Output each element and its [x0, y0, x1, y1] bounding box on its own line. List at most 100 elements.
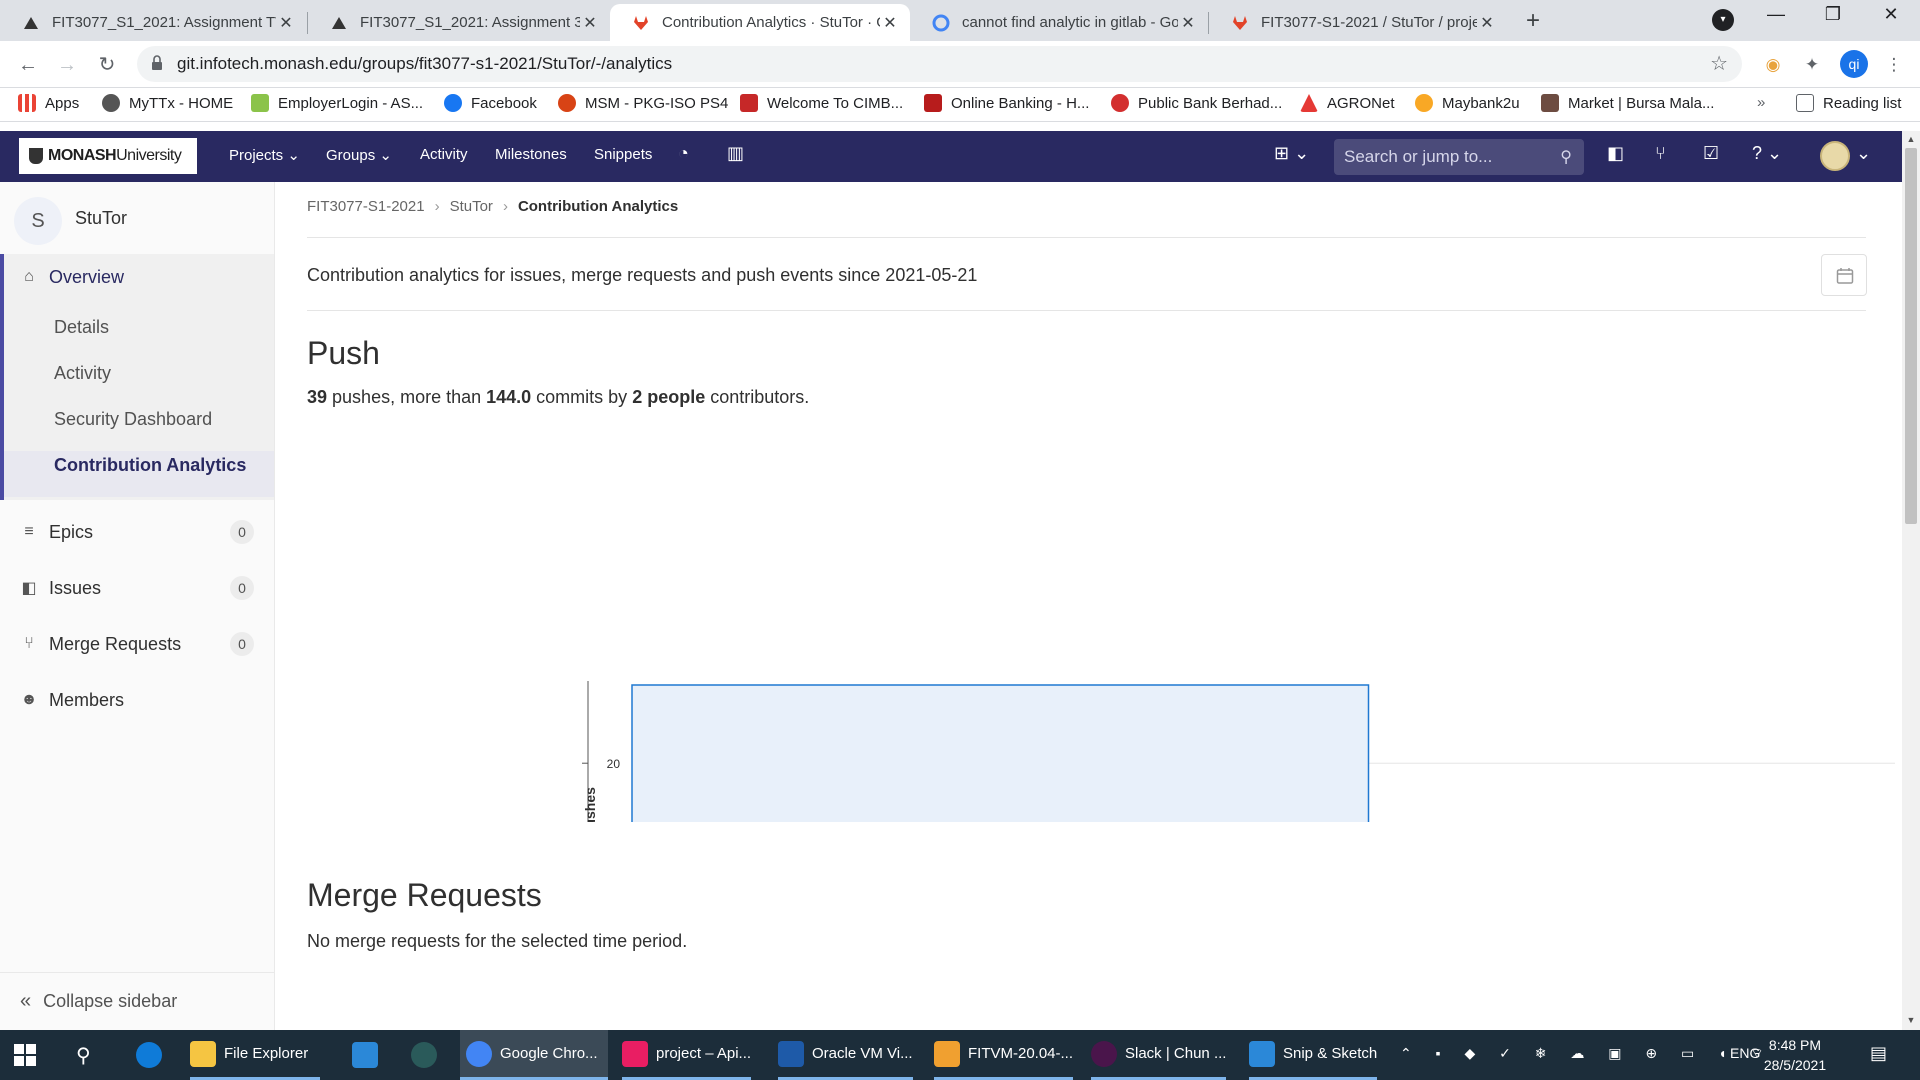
menu-dots-icon[interactable]: ⋮ [1881, 52, 1907, 78]
bookmark-item[interactable]: Public Bank Berhad... [1111, 94, 1282, 112]
monash-logo[interactable]: MONASH University [19, 138, 197, 174]
bookmark-item[interactable]: Online Banking - H... [924, 94, 1089, 112]
search-icon[interactable]: ⚲ [76, 1030, 91, 1080]
bookmark-apps[interactable]: Apps [18, 94, 79, 112]
taskbar-app[interactable]: Snip & Sketch [1249, 1030, 1378, 1080]
maximize-button[interactable]: ❐ [1810, 4, 1856, 25]
bookmark-item[interactable]: MyTTx - HOME [102, 94, 233, 112]
close-icon[interactable]: ✕ [580, 13, 600, 33]
scroll-up-arrow-icon[interactable]: ▲ [1902, 134, 1920, 144]
nav-milestones[interactable]: Milestones [495, 146, 567, 163]
chevron-down-icon[interactable]: ⌄ [1856, 143, 1871, 164]
notifications-icon[interactable]: ▤ [1870, 1043, 1887, 1064]
bookmark-item[interactable]: EmployerLogin - AS... [251, 94, 423, 112]
breadcrumb-current[interactable]: Contribution Analytics [518, 198, 678, 215]
edge-browser-icon[interactable] [136, 1030, 170, 1080]
issues-todo-icon[interactable]: ◧ [1607, 143, 1624, 164]
date-range-button[interactable] [1821, 254, 1867, 296]
bookmark-item[interactable]: AGRONet [1300, 94, 1395, 112]
close-icon[interactable]: ✕ [1477, 13, 1497, 33]
sidebar-item-overview[interactable]: ⌂ Overview [0, 254, 274, 300]
minimize-button[interactable]: — [1753, 4, 1799, 25]
collapse-sidebar-button[interactable]: « Collapse sidebar [0, 972, 274, 1030]
extension-icon[interactable]: ◉ [1760, 52, 1786, 78]
close-icon[interactable]: ✕ [1178, 13, 1198, 33]
bookmarks-overflow-button[interactable]: » [1757, 94, 1765, 111]
sidebar-item-epics[interactable]: ≡ Epics 0 [0, 509, 274, 555]
taskbar-app[interactable]: Oracle VM Vi... [778, 1030, 913, 1080]
taskbar-app-label: FITVM-20.04-... [968, 1045, 1074, 1062]
nav-snippets[interactable]: Snippets [594, 146, 652, 163]
address-bar[interactable]: git.infotech.monash.edu/groups/fit3077-s… [137, 46, 1742, 82]
browser-tab-active[interactable]: Contribution Analytics · StuTor · G ✕ [610, 4, 910, 41]
scroll-down-arrow-icon[interactable]: ▼ [1902, 1015, 1920, 1025]
browser-tab[interactable]: FIT3077_S1_2021: Assignment 3 S ✕ [308, 4, 610, 41]
bookmark-label: Facebook [471, 94, 537, 112]
profile-avatar[interactable]: qi [1840, 50, 1868, 78]
page-scrollbar[interactable]: ▲ ▼ [1902, 131, 1920, 1030]
taskbar-app-label: Google Chro... [500, 1045, 598, 1062]
analytics-chart-icon[interactable]: ▥ [727, 143, 744, 164]
nav-activity[interactable]: Activity [420, 146, 468, 163]
search-icon[interactable]: ⚲ [1560, 147, 1572, 167]
search-input[interactable] [1344, 146, 1544, 168]
browser-tab[interactable]: FIT3077-S1-2021 / StuTor / proje ✕ [1209, 4, 1507, 41]
browser-tab[interactable]: FIT3077_S1_2021: Assignment TW ✕ [0, 4, 306, 41]
sidebar-item-members[interactable]: ☻ Members [0, 677, 274, 723]
todo-check-icon[interactable]: ☑ [1703, 143, 1719, 164]
tab-title: Contribution Analytics · StuTor · G [662, 14, 880, 31]
bookmark-item[interactable]: Market | Bursa Mala... [1541, 94, 1714, 112]
gitlab-icon [1233, 15, 1247, 30]
browser-tab[interactable]: cannot find analytic in gitlab - Go ✕ [910, 4, 1208, 41]
sidebar-item-details[interactable]: Details [54, 317, 109, 338]
sidebar-context[interactable]: S StuTor [0, 182, 274, 254]
bookmark-star-icon[interactable]: ☆ [1710, 51, 1728, 76]
taskbar-app[interactable]: File Explorer [190, 1030, 321, 1080]
close-window-button[interactable]: ✕ [1868, 4, 1914, 25]
system-tray-icons[interactable]: ⌃ ▪ ◆ ✓ ❄ ☁ ▣ ⊕ ▭ ◖ ⌔ [1400, 1045, 1774, 1063]
taskbar-clock[interactable]: 8:48 PM 28/5/2021 [1750, 1035, 1840, 1075]
moodle-icon [332, 16, 346, 29]
app-icon[interactable] [411, 1030, 445, 1080]
folder-icon [190, 1040, 216, 1067]
close-icon[interactable]: ✕ [276, 13, 296, 33]
nav-groups[interactable]: Groups ⌄ [326, 146, 392, 164]
sidebar-item-merge-requests[interactable]: ⑂ Merge Requests 0 [0, 621, 274, 667]
envelope-icon [352, 1042, 378, 1068]
search-box[interactable]: ⚲ [1334, 139, 1584, 175]
dashboard-gauge-icon[interactable]: ◔ [678, 143, 689, 164]
bookmark-item[interactable]: Welcome To CIMB... [740, 94, 903, 112]
reload-icon[interactable]: ↻ [93, 51, 121, 79]
sidebar-item-issues[interactable]: ◧ Issues 0 [0, 565, 274, 611]
mail-icon[interactable] [352, 1030, 386, 1080]
sidebar-item-contribution-analytics[interactable]: Contribution Analytics [54, 455, 246, 476]
push-heading: Push [307, 335, 380, 371]
bookmark-label: Market | Bursa Mala... [1568, 94, 1715, 112]
user-avatar[interactable] [1820, 141, 1850, 171]
merge-request-icon[interactable]: ⑂ [1655, 143, 1666, 164]
start-button[interactable] [14, 1030, 46, 1080]
taskbar-app[interactable]: Slack | Chun ... [1091, 1030, 1227, 1080]
bookmark-item[interactable]: Facebook [444, 94, 537, 112]
forward-arrow-icon[interactable]: → [53, 51, 81, 79]
tab-search-icon[interactable]: ▾ [1712, 9, 1734, 31]
close-icon[interactable]: ✕ [880, 13, 900, 33]
taskbar-app[interactable]: FITVM-20.04-... [934, 1030, 1074, 1080]
help-icon[interactable]: ? ⌄ [1752, 143, 1782, 164]
bookmark-item[interactable]: MSM - PKG-ISO PS4 [558, 94, 728, 112]
sidebar-item-security-dashboard[interactable]: Security Dashboard [54, 409, 212, 430]
taskbar-app[interactable]: project – Api... [622, 1030, 752, 1080]
back-arrow-icon[interactable]: ← [14, 51, 42, 79]
nav-projects[interactable]: Projects ⌄ [229, 146, 300, 164]
bookmark-item[interactable]: Maybank2u [1415, 94, 1520, 112]
scrollbar-thumb[interactable] [1905, 148, 1917, 524]
create-new-icon[interactable]: ⊞ ⌄ [1274, 143, 1309, 164]
new-tab-button[interactable]: + [1519, 7, 1547, 35]
sidebar-item-activity[interactable]: Activity [54, 363, 111, 384]
reading-list-button[interactable]: Reading list [1796, 94, 1901, 112]
breadcrumb-item[interactable]: StuTor [450, 198, 493, 215]
tab-title: FIT3077_S1_2021: Assignment 3 S [360, 14, 580, 31]
puzzle-icon[interactable]: ✦ [1799, 52, 1825, 78]
breadcrumb-item[interactable]: FIT3077-S1-2021 [307, 198, 425, 215]
taskbar-app-active[interactable]: Google Chro... [460, 1030, 608, 1080]
